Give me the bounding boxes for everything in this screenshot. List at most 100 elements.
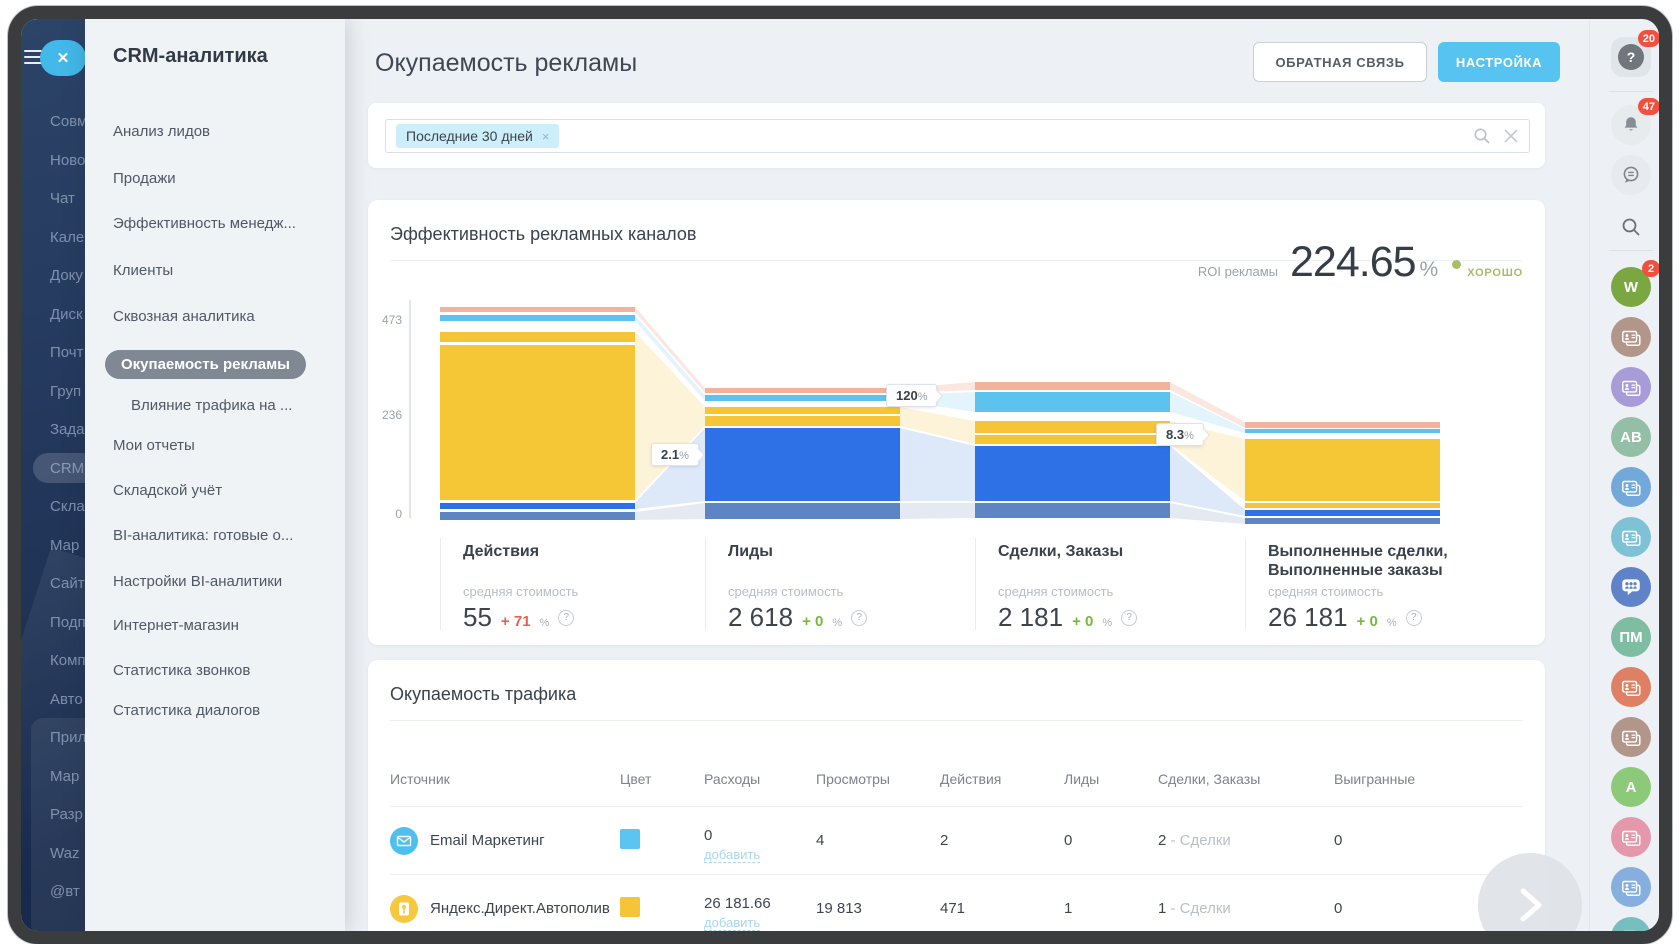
sidebar-item[interactable]: Мар <box>50 768 85 785</box>
color-swatch <box>620 896 640 917</box>
sidebar-item[interactable]: Доку <box>50 267 85 284</box>
search-icon <box>1622 218 1640 236</box>
stat-leads: Лиды средняя стоимость 2 618 + 0 % ? <box>705 538 975 632</box>
help-icon[interactable]: ? <box>851 609 868 626</box>
sidebar-item[interactable]: CRM <box>50 460 85 477</box>
chevron-right-icon <box>1520 888 1542 922</box>
main-navigation-sidebar: Совм Ново Чат Кале Доку Диск Почт Груп Зада CRM Ск… <box>21 19 85 931</box>
avatar-count-badge: 2 <box>1642 260 1659 277</box>
contact-card-avatar-icon[interactable] <box>1611 367 1651 407</box>
source-name: Яндекс.Директ.Автополив <box>430 900 610 917</box>
sidebar-item[interactable]: Груп <box>50 383 85 400</box>
sidebar-item[interactable]: Разр <box>50 806 85 823</box>
panel-menu-item[interactable]: Мои отчеты <box>113 437 195 454</box>
remove-filter-icon[interactable]: × <box>542 129 550 144</box>
panel-menu-item[interactable]: Статистика диалогов <box>113 702 260 719</box>
panel-menu-item[interactable]: Сквозная аналитика <box>113 308 255 325</box>
group-chat-avatar-icon[interactable] <box>1611 567 1651 607</box>
sidebar-item[interactable]: Совм <box>50 113 85 130</box>
table-header-row: Источник Цвет Расходы Просмотры Действия Ли… <box>390 740 1523 807</box>
sidebar-item[interactable]: Подп <box>50 614 85 631</box>
panel-menu-item[interactable]: Эффективность менедж... <box>113 215 296 232</box>
sidebar-item[interactable]: Зада <box>50 421 85 438</box>
notifications-button[interactable]: 47 <box>1611 98 1659 145</box>
roi-status-badge: ХОРОШО <box>1467 267 1523 279</box>
yandex-direct-icon <box>390 894 418 923</box>
table-row[interactable]: Яндекс.Директ.Автополив 26 181.66 добави… <box>390 875 1523 931</box>
sidebar-item[interactable]: Диск <box>50 306 85 323</box>
user-avatar[interactable]: A <box>1611 767 1651 807</box>
filter-tag[interactable]: Последние 30 дней × <box>396 124 560 148</box>
contact-card-avatar-icon[interactable] <box>1611 467 1651 507</box>
stat-deals: Сделки, Заказы средняя стоимость 2 181 +… <box>975 538 1245 632</box>
messenger-button[interactable] <box>1611 155 1651 195</box>
divider <box>1609 91 1653 92</box>
table-scroll-right-button[interactable] <box>1478 853 1582 931</box>
contact-card-avatar-icon[interactable] <box>1611 917 1651 931</box>
sidebar-item[interactable]: Скла <box>50 498 85 515</box>
user-avatar[interactable]: AB <box>1611 417 1651 457</box>
roi-label: ROI рекламы <box>1197 264 1278 279</box>
source-name: Email Маркетинг <box>430 832 545 849</box>
panel-menu-item[interactable]: Складской учёт <box>113 482 222 499</box>
sidebar-item[interactable]: Waz <box>50 845 85 862</box>
filter-tag-label: Последние 30 дней <box>406 128 533 144</box>
panel-menu-item-active[interactable]: Окупаемость рекламы <box>105 350 306 379</box>
stat-actions: Действия средняя стоимость 55 + 71 % ? <box>440 538 705 632</box>
user-avatar[interactable]: ПМ <box>1611 617 1651 657</box>
panel-title: CRM-аналитика <box>113 45 268 67</box>
table-row[interactable]: Email Маркетинг 0 добавить 4 2 0 2 - Сде… <box>390 807 1523 875</box>
contact-card-avatar-icon[interactable] <box>1611 717 1651 757</box>
main-content: Окупаемость рекламы ОБРАТНАЯ СВЯЗЬ НАСТР… <box>345 19 1582 931</box>
traffic-table: Источник Цвет Расходы Просмотры Действия Ли… <box>390 740 1523 931</box>
clear-search-icon[interactable] <box>1503 128 1519 144</box>
y-axis-tick: 0 <box>395 507 402 521</box>
sidebar-item[interactable]: Комп <box>50 652 85 669</box>
sidebar-item[interactable]: Авто <box>50 691 85 708</box>
funnel-flow-3 <box>1170 382 1245 524</box>
help-icon[interactable]: ? <box>1405 609 1422 626</box>
sidebar-item[interactable]: Сайт <box>50 575 85 592</box>
panel-menu-item[interactable]: Статистика звонков <box>113 662 250 679</box>
panel-menu-item[interactable]: BI-аналитика: готовые о... <box>113 527 293 544</box>
sidebar-item[interactable]: Прил <box>50 729 85 746</box>
panel-menu-item[interactable]: Продажи <box>113 170 176 187</box>
sidebar-item[interactable]: Чат <box>50 190 85 207</box>
filter-input[interactable]: Последние 30 дней × <box>385 119 1530 153</box>
bell-icon <box>1624 117 1638 131</box>
contact-card-avatar-icon[interactable] <box>1611 667 1651 707</box>
notifications-count-badge: 47 <box>1637 98 1659 115</box>
sidebar-item[interactable]: Ново <box>50 152 85 169</box>
sidebar-item[interactable]: Мар <box>50 537 85 554</box>
help-button[interactable]: ? 20 <box>1611 30 1659 77</box>
contact-card-avatar-icon[interactable] <box>1611 817 1651 857</box>
panel-menu-item[interactable]: Настройки BI-аналитики <box>113 573 282 590</box>
page-title: Окупаемость рекламы <box>375 49 638 77</box>
sidebar-item[interactable]: @вт <box>50 883 85 900</box>
panel-menu-item[interactable]: Клиенты <box>113 262 173 279</box>
email-marketing-icon <box>390 826 418 855</box>
add-expenses-link[interactable]: добавить <box>704 847 761 863</box>
channels-effectiveness-card: Эффективность рекламных каналов ROI рекл… <box>368 200 1545 645</box>
traffic-card-title: Окупаемость трафика <box>390 684 577 704</box>
settings-button[interactable]: НАСТРОЙКА <box>1438 42 1560 82</box>
panel-menu-item[interactable]: Влияние трафика на ... <box>131 397 292 414</box>
feedback-button[interactable]: ОБРАТНАЯ СВЯЗЬ <box>1253 42 1427 82</box>
user-avatar[interactable]: W2 <box>1611 260 1659 307</box>
sidebar-item[interactable]: Почт <box>50 344 85 361</box>
search-icon[interactable] <box>1473 127 1491 145</box>
contact-card-avatar-icon[interactable] <box>1611 517 1651 557</box>
menu-close-button[interactable]: ✕ <box>40 40 85 76</box>
contact-card-avatar-icon[interactable] <box>1611 317 1651 357</box>
panel-menu-item[interactable]: Интернет-магазин <box>113 617 239 634</box>
sidebar-item[interactable]: Кале <box>50 229 85 246</box>
close-icon: ✕ <box>56 50 70 67</box>
panel-menu-item[interactable]: Анализ лидов <box>113 123 210 140</box>
contact-card-avatar-icon[interactable] <box>1611 867 1651 907</box>
channels-card-title: Эффективность рекламных каналов <box>390 224 697 244</box>
add-expenses-link[interactable]: добавить <box>704 915 761 931</box>
help-icon[interactable]: ? <box>558 609 575 626</box>
help-icon[interactable]: ? <box>1121 609 1138 626</box>
search-button[interactable] <box>1611 207 1651 247</box>
filter-panel: Последние 30 дней × <box>368 103 1545 168</box>
